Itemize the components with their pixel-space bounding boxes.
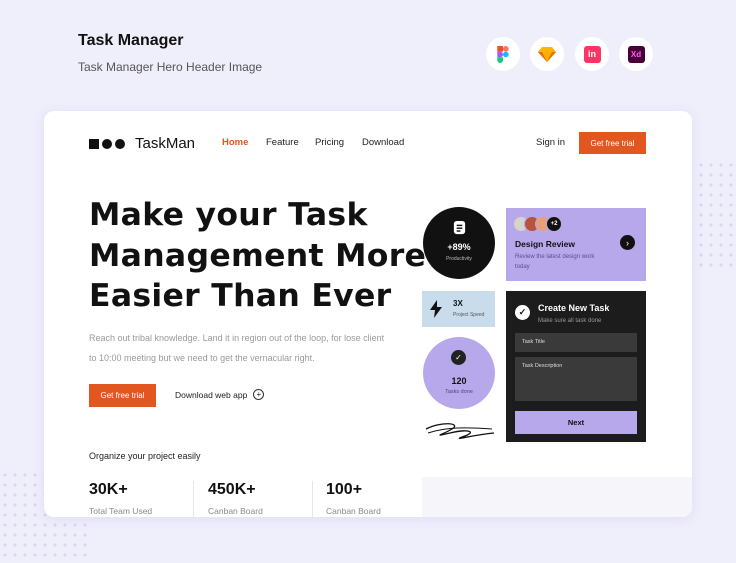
stat-value: 100+: [326, 481, 363, 498]
headline-line-3: Easier Than Ever: [89, 278, 392, 314]
create-task-subtitle: Make sure all task done: [538, 318, 602, 324]
signature-scribble: [425, 423, 495, 439]
page-title: Task Manager: [78, 32, 184, 49]
sketch-icon[interactable]: [530, 37, 564, 71]
download-web-app-link[interactable]: Download web app +: [175, 389, 265, 400]
stat-value: 450K+: [208, 481, 256, 498]
productivity-value: +89%: [447, 242, 471, 252]
hero-paragraph: Reach out tribal knowledge. Land it in r…: [89, 333, 385, 363]
hero-card: TaskMan Home Feature Pricing Download Si…: [44, 111, 692, 517]
productivity-label: Productivity: [446, 256, 472, 262]
task-title-field[interactable]: Task Title: [515, 333, 637, 352]
create-task-title: Create New Task: [538, 303, 610, 313]
adobe-xd-icon[interactable]: Xd: [619, 37, 653, 71]
xd-label: Xd: [627, 45, 645, 63]
headline-line-2: Management More: [89, 237, 427, 274]
tasks-label: Tasks done: [445, 389, 473, 395]
hero-free-trial-button[interactable]: Get free trial: [89, 384, 156, 407]
stat-divider: [312, 481, 313, 517]
check-icon: ✓: [451, 350, 466, 365]
tasks-done-widget: ✓ 120 Tasks done: [423, 337, 495, 409]
headline-line-1: Make your Task: [89, 197, 368, 233]
chevron-right-icon[interactable]: ›: [620, 235, 635, 250]
logo-mark-icon: [89, 138, 125, 149]
nav-free-trial-button[interactable]: Get free trial: [579, 132, 646, 154]
stat-label: Canban Board: [326, 506, 381, 516]
decor-dots-right: [696, 160, 736, 270]
avatar-more-badge: +2: [546, 216, 562, 232]
speed-value: 3X: [453, 299, 463, 308]
stats-heading: Organize your project easily: [89, 451, 201, 461]
check-icon: ✓: [515, 305, 530, 320]
invision-label: in: [583, 45, 601, 63]
stat-divider: [193, 481, 194, 517]
page-subtitle: Task Manager Hero Header Image: [78, 60, 263, 74]
figma-icon[interactable]: [486, 37, 520, 71]
design-review-title: Design Review: [515, 239, 575, 249]
design-review-desc: Review the latest design work today: [515, 254, 595, 270]
stat-label: Total Team Used: [89, 506, 153, 516]
invision-icon[interactable]: in: [575, 37, 609, 71]
project-speed-widget: 3X Project Speed: [422, 291, 495, 327]
task-description-field[interactable]: Task Description: [515, 357, 637, 401]
plus-circle-icon: +: [253, 389, 265, 400]
nav-feature[interactable]: Feature: [266, 137, 299, 148]
logo-text: TaskMan: [135, 135, 196, 152]
lightning-icon: [430, 300, 442, 318]
nav-download[interactable]: Download: [362, 137, 404, 148]
nav-home[interactable]: Home: [222, 137, 248, 148]
footer-panel: [422, 477, 692, 517]
stat-label: Canban Board: [208, 506, 263, 516]
sign-in-link[interactable]: Sign in: [536, 137, 565, 148]
logo[interactable]: TaskMan: [89, 135, 195, 152]
design-review-card[interactable]: +2 Design Review Review the latest desig…: [506, 208, 646, 281]
stat-value: 30K+: [89, 481, 128, 498]
create-task-panel: ✓ Create New Task Make sure all task don…: [506, 291, 646, 442]
hero-headline: Make your Task Management More Easier Th…: [89, 195, 427, 317]
productivity-widget: +89% Productivity: [423, 207, 495, 279]
speed-label: Project Speed: [453, 312, 485, 318]
download-label: Download web app: [175, 389, 248, 400]
tasks-value: 120: [451, 376, 467, 386]
document-icon: [453, 220, 466, 235]
next-button[interactable]: Next: [515, 411, 637, 434]
nav-pricing[interactable]: Pricing: [315, 137, 344, 148]
